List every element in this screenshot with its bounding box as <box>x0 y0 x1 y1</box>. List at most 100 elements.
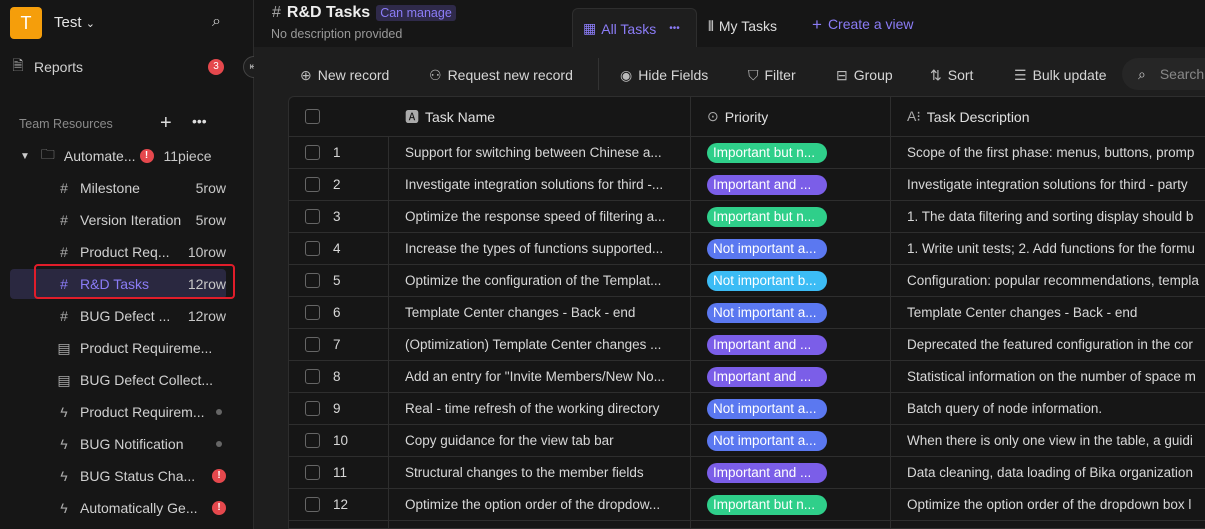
folder-item[interactable]: ▼ 🗀 Automate... ! 11piece <box>20 141 218 171</box>
column-header-task-description[interactable]: A⁝ Task Description <box>907 97 1030 136</box>
table-row[interactable]: 11 Structural changes to the member fiel… <box>289 457 1205 489</box>
row-number: 6 <box>333 305 341 320</box>
priority-tag: Important and ... <box>707 174 827 195</box>
group-button[interactable]: ⊟ Group <box>836 64 893 86</box>
request-record-button[interactable]: ⚇ Request new record <box>429 64 573 86</box>
table-row[interactable]: 9 Real - time refresh of the working dir… <box>289 393 1205 425</box>
table-icon: # <box>60 180 68 196</box>
row-number: 11 <box>333 465 348 480</box>
task-name-cell[interactable]: Real - time refresh of the working direc… <box>405 393 675 424</box>
label: Bulk update <box>1032 67 1107 83</box>
form-icon: ▤ <box>57 339 71 356</box>
search-input[interactable]: ⌕ Search <box>1122 58 1205 90</box>
filter-button[interactable]: ⛉ Filter <box>748 64 796 86</box>
task-description-cell[interactable]: Data cleaning, data loading of Bika orga… <box>907 457 1205 488</box>
priority-cell[interactable]: Important but n... <box>707 137 827 168</box>
row-checkbox[interactable] <box>305 457 320 488</box>
table-row[interactable]: 7 (Optimization) Template Center changes… <box>289 329 1205 361</box>
priority-cell[interactable]: Important and ... <box>707 361 827 392</box>
tab-all-tasks[interactable]: ▦ All Tasks ••• <box>572 8 697 48</box>
priority-cell[interactable]: Not important a... <box>707 393 827 424</box>
task-description-cell[interactable]: Deprecated the featured configuration in… <box>907 329 1205 360</box>
tab-my-tasks[interactable]: ⫴ My Tasks <box>708 18 777 35</box>
row-checkbox[interactable] <box>305 233 320 264</box>
task-name-cell[interactable]: Increase the types of functions supporte… <box>405 233 675 264</box>
task-name-cell[interactable]: Support for switching between Chinese a.… <box>405 137 675 168</box>
priority-cell[interactable]: Important but n... <box>707 489 827 520</box>
priority-cell[interactable]: Not important a... <box>707 233 827 264</box>
task-description-cell[interactable]: Statistical information on the number of… <box>907 361 1205 392</box>
more-icon[interactable]: ••• <box>192 113 207 129</box>
row-checkbox[interactable] <box>305 329 320 360</box>
table-row[interactable]: 2 Investigate integration solutions for … <box>289 169 1205 201</box>
table-row[interactable]: 6 Template Center changes - Back - end N… <box>289 297 1205 329</box>
task-description-cell[interactable]: Batch query of node information. <box>907 393 1205 424</box>
task-name-cell[interactable]: Copy guidance for the view tab bar <box>405 425 675 456</box>
table-row[interactable]: 3 Optimize the response speed of filteri… <box>289 201 1205 233</box>
task-description-cell[interactable]: When there is only one view in the table… <box>907 425 1205 456</box>
sidebar-item-reports[interactable]: 🗎 Reports 3 <box>10 52 226 82</box>
sidebar-item[interactable]: # Milestone 5row <box>56 173 226 203</box>
sidebar-item[interactable]: # Product Req... 10row <box>56 237 226 267</box>
select-all-checkbox[interactable] <box>305 97 320 136</box>
column-header-priority[interactable]: ⊙ Priority <box>707 97 768 136</box>
task-description-cell[interactable]: 1. Write unit tests; 2. Add functions fo… <box>907 233 1205 264</box>
task-name-cell[interactable]: Add an entry for "Invite Members/New No.… <box>405 361 675 392</box>
task-name-cell[interactable]: Optimize the configuration of the Templa… <box>405 265 675 296</box>
table-row[interactable]: 5 Optimize the configuration of the Temp… <box>289 265 1205 297</box>
priority-cell[interactable]: Important and ... <box>707 329 827 360</box>
table-row[interactable]: 10 Copy guidance for the view tab bar No… <box>289 425 1205 457</box>
row-checkbox[interactable] <box>305 169 320 200</box>
row-checkbox[interactable] <box>305 361 320 392</box>
row-checkbox[interactable] <box>305 297 320 328</box>
task-description-cell[interactable]: Configuration: popular recommendations, … <box>907 265 1205 296</box>
sidebar-item[interactable]: ϟ Automatically Ge... ! <box>56 493 226 523</box>
row-checkbox[interactable] <box>305 425 320 456</box>
task-description-cell[interactable]: Investigate integration solutions for th… <box>907 169 1205 200</box>
sidebar-item[interactable]: ϟ BUG Status Cha... ! <box>56 461 226 491</box>
task-description-cell[interactable]: 1. The data filtering and sorting displa… <box>907 201 1205 232</box>
hide-fields-button[interactable]: ◉ Hide Fields <box>620 64 708 86</box>
task-name-cell[interactable]: (Optimization) Template Center changes .… <box>405 329 675 360</box>
task-description-cell[interactable]: Template Center changes - Back - end <box>907 297 1205 328</box>
row-checkbox[interactable] <box>305 137 320 168</box>
priority-cell[interactable]: Important and ... <box>707 169 827 200</box>
table-row[interactable]: 1 Support for switching between Chinese … <box>289 137 1205 169</box>
row-checkbox[interactable] <box>305 201 320 232</box>
row-checkbox[interactable] <box>305 393 320 424</box>
priority-cell[interactable]: Important and ... <box>707 457 827 488</box>
row-checkbox[interactable] <box>305 489 320 520</box>
table-row[interactable]: 12 Optimize the option order of the drop… <box>289 489 1205 521</box>
sidebar-item[interactable]: # BUG Defect ... 12row <box>56 301 226 331</box>
bulk-update-button[interactable]: ☰ Bulk update <box>1014 64 1107 86</box>
new-record-button[interactable]: ⊕ New record <box>300 64 389 86</box>
task-name-cell[interactable]: Investigate integration solutions for th… <box>405 169 675 200</box>
task-name-cell[interactable]: Optimize the option order of the dropdow… <box>405 489 675 520</box>
sidebar-item[interactable]: ϟ Product Requirem... <box>56 397 226 427</box>
priority-cell[interactable]: Not important b... <box>707 265 827 296</box>
create-view-button[interactable]: + Create a view <box>812 16 914 34</box>
sidebar-item[interactable]: # Version Iteration 5row <box>56 205 226 235</box>
task-name-cell[interactable]: Optimize the response speed of filtering… <box>405 201 675 232</box>
workspace-avatar[interactable]: T <box>10 7 42 39</box>
priority-cell[interactable]: Not important a... <box>707 297 827 328</box>
priority-cell[interactable]: Important but n... <box>707 201 827 232</box>
row-number: 8 <box>333 369 341 384</box>
sort-button[interactable]: ⇅ Sort <box>930 64 973 86</box>
task-name-cell[interactable]: Template Center changes - Back - end <box>405 297 675 328</box>
sidebar-item[interactable]: ▤ Product Requireme... <box>56 333 226 363</box>
workspace-switcher[interactable]: Test ⌄ <box>54 14 95 31</box>
task-description-cell[interactable]: Optimize the option order of the dropdow… <box>907 489 1205 520</box>
row-checkbox[interactable] <box>305 265 320 296</box>
search-icon[interactable]: ⌕ <box>212 13 221 31</box>
task-description-cell[interactable]: Scope of the first phase: menus, buttons… <box>907 137 1205 168</box>
table-row[interactable]: 4 Increase the types of functions suppor… <box>289 233 1205 265</box>
sidebar-item[interactable]: ▤ BUG Defect Collect... <box>56 365 226 395</box>
sidebar-item[interactable]: ϟ BUG Notification <box>56 429 226 459</box>
table-row[interactable]: 8 Add an entry for "Invite Members/New N… <box>289 361 1205 393</box>
column-header-task-name[interactable]: 🅰 Task Name <box>405 97 495 136</box>
priority-cell[interactable]: Not important a... <box>707 425 827 456</box>
more-icon[interactable]: ••• <box>669 23 680 34</box>
task-name-cell[interactable]: Structural changes to the member fields <box>405 457 675 488</box>
add-icon[interactable]: + <box>160 112 172 135</box>
